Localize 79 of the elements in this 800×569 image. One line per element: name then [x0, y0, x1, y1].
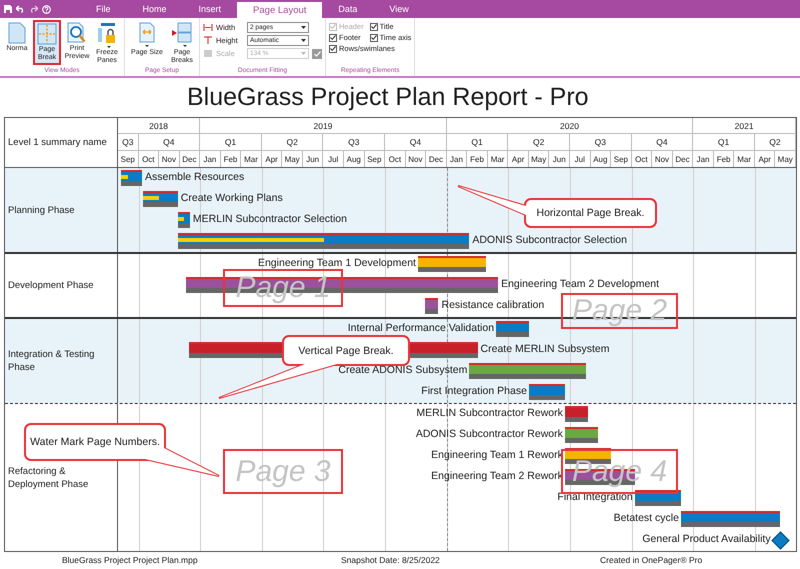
- quarter-header: Q3: [570, 134, 632, 151]
- quarter-header: Q3: [118, 134, 139, 151]
- task-label: First Integration Phase: [421, 385, 527, 398]
- credit-text: Created in OnePager® Pro: [600, 555, 702, 565]
- year-header: 2018: [118, 118, 200, 134]
- month-header: Dec: [672, 151, 694, 167]
- task-label: Internal Performance Validation: [348, 322, 494, 335]
- month-header: May: [528, 151, 550, 167]
- report-title: BlueGrass Project Plan Report - Pro: [187, 85, 589, 110]
- task-label: MERLIN Subcontractor Rework: [416, 407, 563, 420]
- month-header: Jul: [570, 151, 591, 167]
- page-watermark: Page 3: [223, 449, 343, 494]
- quarter-header: Q2: [262, 134, 324, 151]
- callout-text: Vertical Page Break.: [297, 344, 395, 358]
- month-header: May: [775, 151, 796, 167]
- year-header: 2019: [200, 118, 447, 134]
- swimlane-label: Integration & Testing Phase: [8, 348, 96, 374]
- month-header: May: [282, 151, 303, 167]
- task-label: Engineering Team 2 Rework: [431, 470, 563, 483]
- month-header: Oct: [138, 151, 160, 167]
- month-header: Sep: [118, 151, 139, 167]
- snapshot-date: Snapshot Date: 8/25/2022: [341, 555, 441, 565]
- task-label: MERLIN Subcontractor Selection: [192, 213, 347, 226]
- task-label: Engineering Team 1 Rework: [431, 449, 563, 462]
- year-header: 2021: [693, 118, 796, 134]
- month-header: Feb: [714, 151, 734, 167]
- month-header: Nov: [406, 151, 426, 167]
- month-header: Oct: [632, 151, 652, 167]
- task-label: Create MERLIN Subsystem: [480, 343, 610, 356]
- month-header: Apr: [508, 151, 529, 167]
- quarter-header: Q2: [754, 134, 796, 151]
- quarter-header: Q1: [693, 134, 755, 151]
- column-header: Level 1 summary name: [8, 137, 107, 148]
- quarter-header: Q2: [508, 134, 570, 151]
- callout-text: Horizontal Page Break.: [536, 206, 646, 221]
- month-header: Apr: [754, 151, 776, 167]
- month-header: Feb: [467, 151, 488, 167]
- month-header: Mar: [734, 151, 755, 167]
- quarter-header: Q4: [632, 134, 694, 151]
- month-header: Aug: [590, 151, 612, 167]
- month-header: Jan: [200, 151, 221, 167]
- month-header: Nov: [159, 151, 180, 167]
- month-header: Oct: [385, 151, 406, 167]
- task-label: ADONIS Subcontractor Selection: [472, 234, 627, 247]
- month-header: Jul: [323, 151, 344, 167]
- task-label: Create Working Plans: [180, 192, 283, 205]
- quarter-header: Q4: [385, 134, 447, 151]
- callout-text: Water Mark Page Numbers.: [29, 435, 161, 450]
- month-header: Dec: [180, 151, 200, 167]
- swimlane-label: Planning Phase: [8, 204, 76, 216]
- quarter-header: Q3: [323, 134, 386, 151]
- month-header: Jan: [446, 151, 468, 167]
- month-header: Sep: [364, 151, 386, 167]
- month-header: Aug: [344, 151, 365, 167]
- task-label: Engineering Team 2 Development: [501, 278, 660, 291]
- swimlane-label: Development Phase: [8, 279, 95, 292]
- year-header: 2020: [446, 118, 694, 134]
- month-header: Jun: [302, 151, 324, 167]
- task-label: Create ADONIS Subsystem: [338, 364, 468, 377]
- task-label: Engineering Team 1 Development: [258, 257, 416, 270]
- task-label: Betatest cycle: [614, 512, 679, 525]
- month-header: Mar: [241, 151, 262, 167]
- swimlane-label: Refactoring & Deployment Phase: [8, 464, 90, 490]
- month-header: Jan: [693, 151, 714, 167]
- file-name: BlueGrass Project Project Plan.mpp: [62, 555, 199, 565]
- month-header: Apr: [262, 151, 282, 167]
- quarter-header: Q4: [138, 134, 200, 151]
- task-label: General Product Availability: [642, 533, 771, 546]
- month-header: Mar: [488, 151, 508, 167]
- month-header: Feb: [220, 151, 242, 167]
- month-header: Sep: [611, 151, 632, 167]
- task-label: ADONIS Subcontractor Rework: [416, 428, 563, 441]
- month-header: Jun: [549, 151, 570, 167]
- task-label: Assemble Resources: [145, 171, 244, 184]
- quarter-header: Q1: [200, 134, 262, 151]
- month-header: Nov: [652, 151, 673, 167]
- quarter-header: Q1: [446, 134, 508, 151]
- month-header: Dec: [426, 151, 447, 167]
- task-label: Resistance calibration: [442, 299, 544, 312]
